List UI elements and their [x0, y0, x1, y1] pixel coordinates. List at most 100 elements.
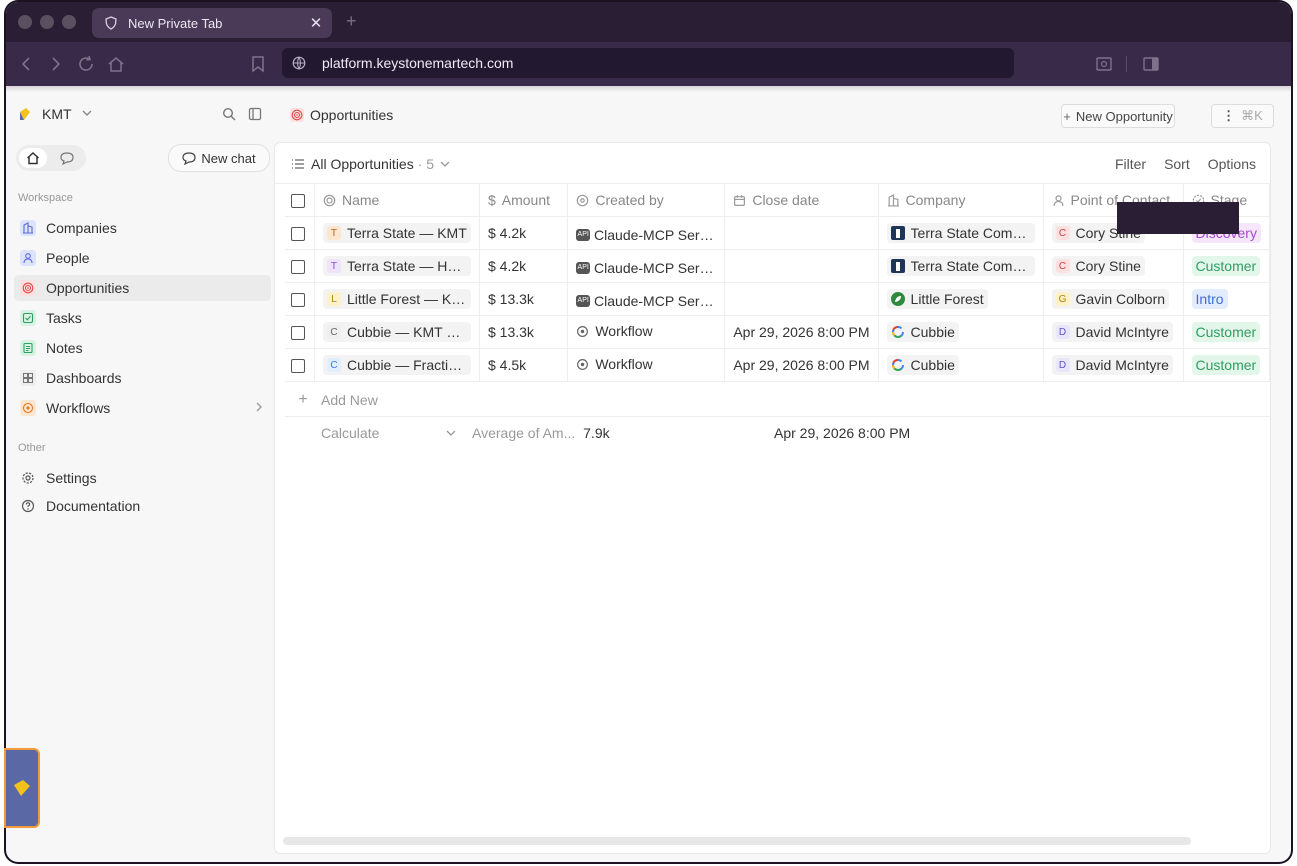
browser-tab[interactable]: New Private Tab ✕ [92, 8, 332, 38]
more-actions-button[interactable]: ⋮ ⌘K [1211, 104, 1274, 128]
sidebar-item-people[interactable]: People [14, 245, 271, 271]
company-cell[interactable]: Cubbie [878, 315, 1044, 349]
row-checkbox[interactable] [291, 359, 305, 374]
company-cell[interactable]: Terra State Community [878, 249, 1044, 283]
stage-cell[interactable]: Customer [1183, 348, 1270, 382]
sidebar-item-tasks[interactable]: Tasks [14, 305, 271, 331]
sidebar-item-dashboards[interactable]: Dashboards [14, 365, 271, 391]
name-cell[interactable]: C Cubbie — Fractional [314, 348, 480, 382]
name-cell[interactable]: T Terra State — KMT [314, 216, 480, 250]
close-date-cell[interactable]: Apr 29, 2026 8:00 PM [724, 348, 879, 382]
sidebar-item-companies[interactable]: Companies [14, 215, 271, 241]
minimize-window-button[interactable] [40, 15, 54, 29]
chat-bubble-icon[interactable] [58, 150, 76, 166]
back-icon[interactable] [16, 54, 36, 74]
home-icon[interactable] [106, 54, 126, 74]
company-name: Terra State Community [910, 225, 1031, 241]
horizontal-scrollbar[interactable] [283, 837, 1191, 845]
select-all-checkbox[interactable] [291, 194, 305, 209]
view-switcher[interactable]: All Opportunities · 5 [291, 156, 450, 172]
shortcut-hint: ⌘K [1241, 108, 1263, 123]
column-header-created-by[interactable]: Created by [567, 184, 726, 217]
sidebar-item-opportunities[interactable]: Opportunities [14, 275, 271, 301]
close-date-aggregate[interactable]: Apr 29, 2026 8:00 PM [774, 425, 910, 441]
globe-icon [292, 56, 306, 70]
workspace-switcher[interactable]: KMT [18, 106, 92, 122]
dollar-icon: $ [487, 225, 500, 241]
row-checkbox[interactable] [291, 227, 305, 242]
close-date-cell[interactable] [724, 282, 879, 316]
row-checkbox[interactable] [291, 326, 305, 341]
creator-icon [577, 194, 589, 206]
amount-cell[interactable]: $ 4.2k [479, 216, 569, 250]
address-bar[interactable]: platform.keystonemartech.com [282, 48, 1014, 78]
table-panel: All Opportunities · 5 Filter Sort Option… [274, 142, 1271, 854]
collapse-sidebar-icon[interactable] [248, 107, 262, 126]
stage-badge: Intro [1191, 289, 1228, 309]
chevron-right-icon[interactable] [255, 401, 263, 415]
close-date-cell[interactable] [724, 249, 879, 283]
sidebar-item-notes[interactable]: Notes [14, 335, 271, 361]
maximize-window-button[interactable] [62, 15, 76, 29]
name-cell[interactable]: C Cubbie — KMT Strategy [314, 315, 480, 349]
sidebar-item-workflows[interactable]: Workflows [14, 395, 271, 421]
name-cell[interactable]: L Little Forest — KMT [314, 282, 480, 316]
reload-icon[interactable] [76, 54, 96, 74]
contact-cell[interactable]: D David McIntyre [1043, 315, 1184, 349]
close-date-cell[interactable] [724, 216, 879, 250]
contact-cell[interactable]: G Gavin Colborn [1043, 282, 1184, 316]
contact-cell[interactable]: D David McIntyre [1043, 348, 1184, 382]
company-cell[interactable]: Cubbie [878, 348, 1044, 382]
sidebar-item-documentation[interactable]: Documentation [14, 493, 271, 519]
amount-cell[interactable]: $ 13.3k [479, 315, 569, 349]
amount-cell[interactable]: $ 4.5k [479, 348, 569, 382]
table-row[interactable]: T Terra State — Health $ 4.2k API Claude-MCP… [285, 249, 1270, 283]
home-icon[interactable] [19, 148, 47, 168]
stage-cell[interactable]: Intro [1183, 282, 1270, 316]
company-cell[interactable]: Terra State Community [878, 216, 1044, 250]
created-by-cell[interactable]: API Claude-MCP Server [567, 249, 726, 283]
table-row[interactable]: C Cubbie — KMT Strategy $ 13.3k Workflow Apr… [285, 315, 1270, 349]
add-new-row[interactable]: + Add New [285, 384, 1270, 417]
filter-button[interactable]: Filter [1115, 156, 1146, 172]
created-by-cell[interactable]: Workflow [567, 315, 726, 349]
amount-cell[interactable]: $ 13.3k [479, 282, 569, 316]
amount-aggregate[interactable]: Average of Am... 7.9k [472, 425, 623, 441]
created-by-cell[interactable]: API Claude-MCP Server [567, 282, 726, 316]
contact-cell[interactable]: C Cory Stine [1043, 249, 1184, 283]
search-icon[interactable] [222, 107, 236, 126]
other-section-label: Other [18, 442, 46, 454]
options-button[interactable]: Options [1208, 156, 1256, 172]
calculate-dropdown[interactable]: Calculate [321, 425, 472, 441]
close-window-button[interactable] [18, 15, 32, 29]
amount-cell[interactable]: $ 4.2k [479, 249, 569, 283]
close-date-cell[interactable]: Apr 29, 2026 8:00 PM [724, 315, 879, 349]
building-icon [20, 220, 36, 236]
forward-icon[interactable] [46, 54, 66, 74]
created-by-cell[interactable]: API Claude-MCP Server [567, 216, 726, 250]
column-header-company[interactable]: Company [878, 184, 1044, 217]
column-header-close-date[interactable]: Close date [724, 184, 879, 217]
column-header-name[interactable]: Name [314, 184, 480, 217]
name-cell[interactable]: T Terra State — Health [314, 249, 480, 283]
row-checkbox[interactable] [291, 260, 305, 275]
created-by-cell[interactable]: Workflow [567, 348, 726, 382]
close-tab-icon[interactable]: ✕ [308, 14, 324, 32]
assistant-launcher-button[interactable] [4, 748, 40, 828]
reader-mode-icon[interactable] [1094, 54, 1114, 74]
table-row[interactable]: C Cubbie — Fractional $ 4.5k Workflow Apr 29… [285, 348, 1270, 382]
sort-button[interactable]: Sort [1164, 156, 1190, 172]
new-chat-button[interactable]: New chat [168, 144, 270, 172]
row-checkbox[interactable] [291, 293, 305, 308]
stage-cell[interactable]: Customer [1183, 315, 1270, 349]
page-title: Opportunities [310, 107, 394, 123]
new-tab-button[interactable]: + [346, 11, 357, 32]
sidebar-item-settings[interactable]: Settings [14, 465, 271, 491]
bookmark-icon[interactable] [248, 54, 268, 74]
stage-cell[interactable]: Customer [1183, 249, 1270, 283]
column-header-amount[interactable]: $ Amount [479, 184, 569, 217]
company-cell[interactable]: Little Forest [878, 282, 1044, 316]
new-opportunity-button[interactable]: + New Opportunity [1061, 104, 1175, 128]
sidebar-toggle-icon[interactable] [1141, 54, 1161, 74]
table-row[interactable]: L Little Forest — KMT $ 13.3k API Claude-MCP… [285, 282, 1270, 316]
